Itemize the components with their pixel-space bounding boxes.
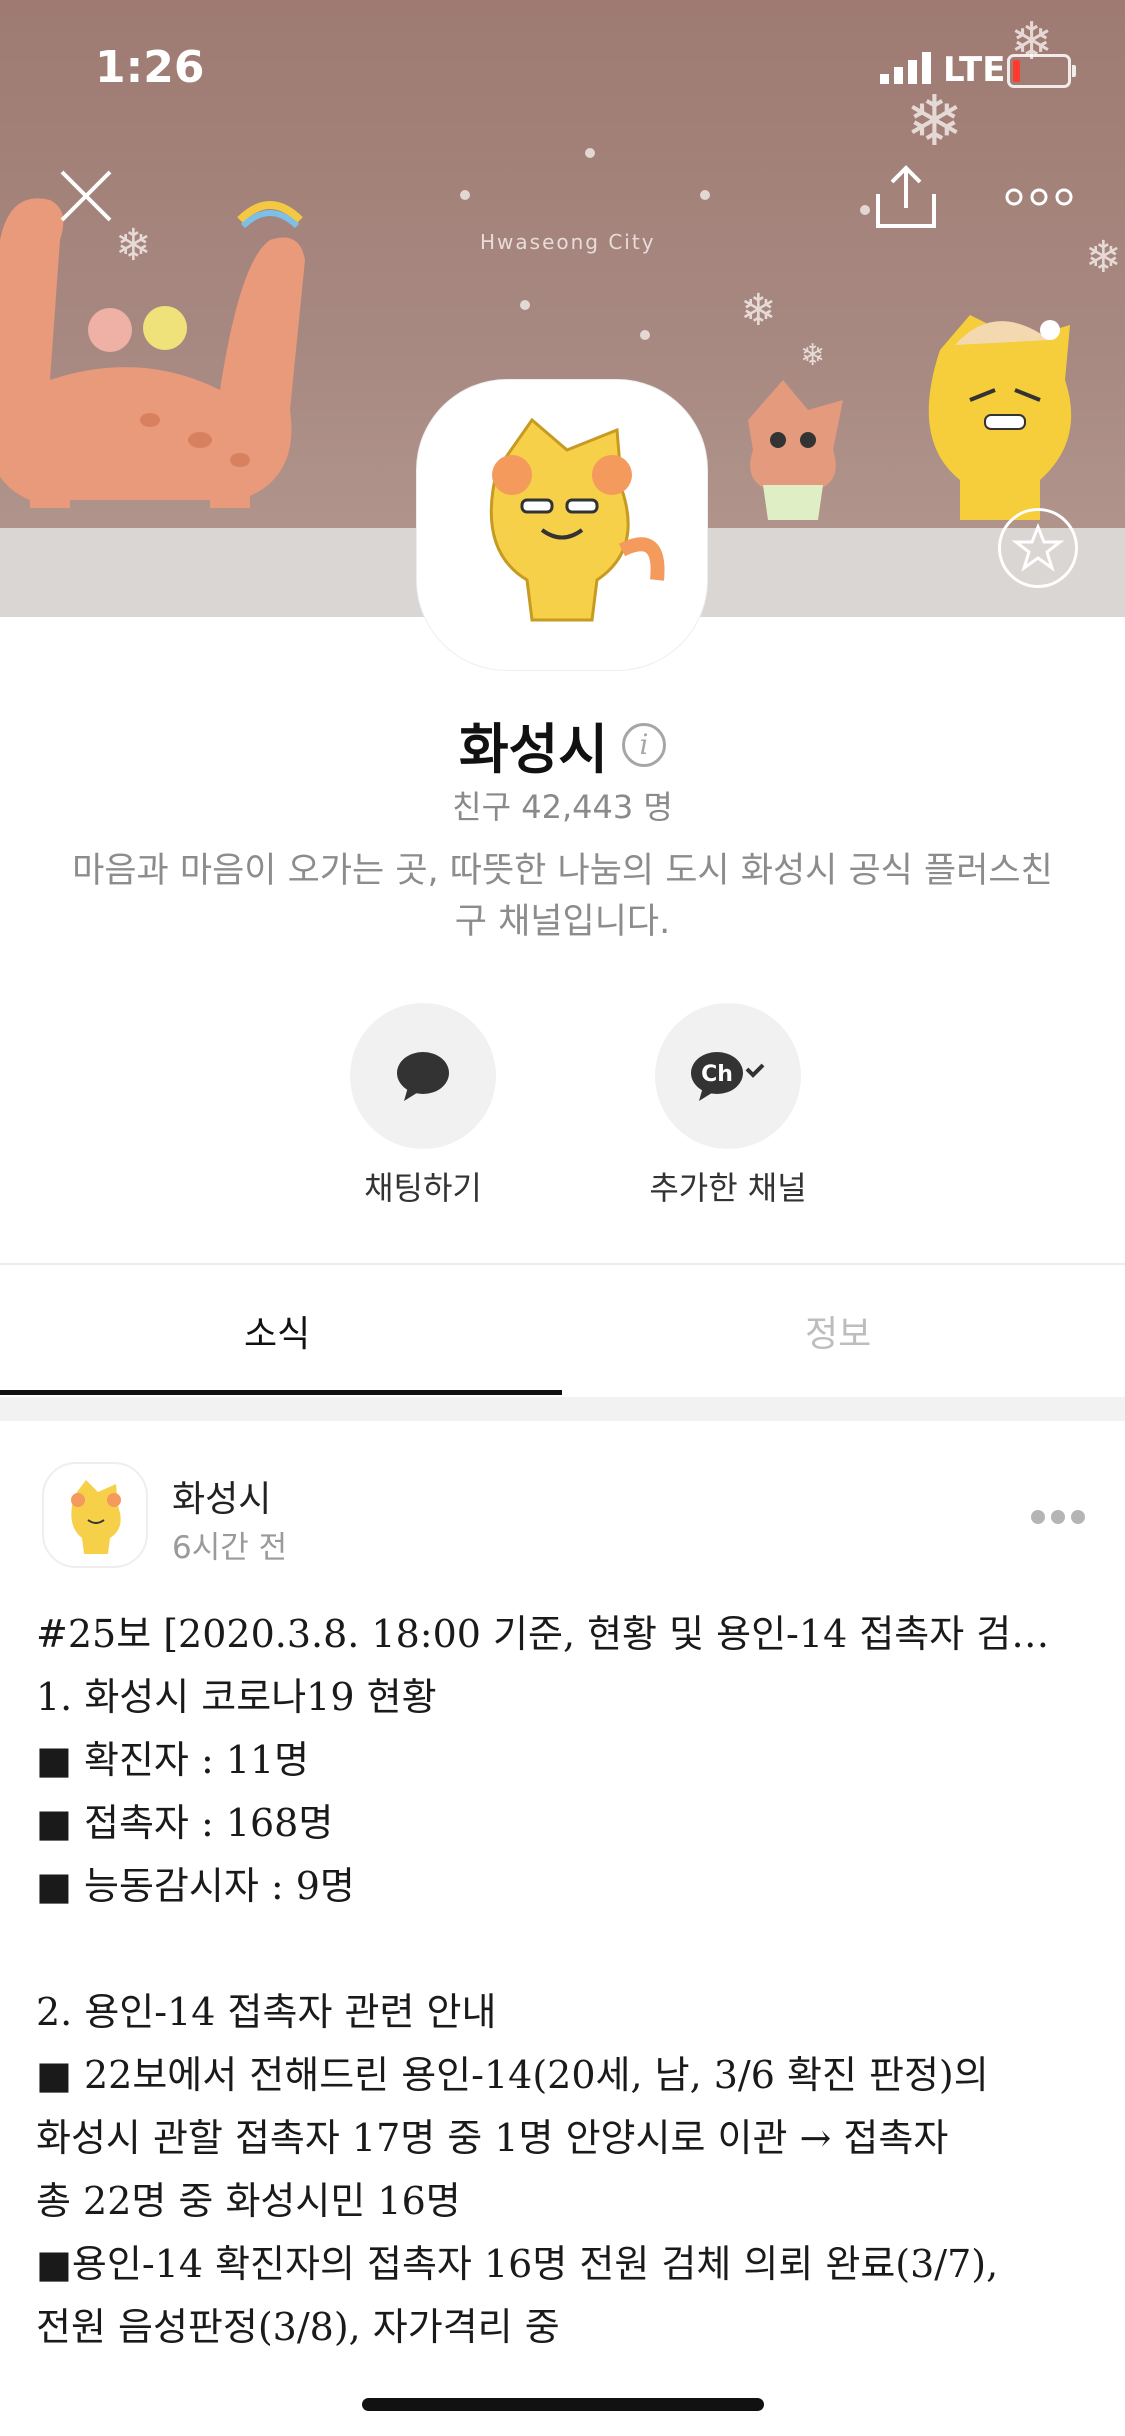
star-icon [1011,522,1065,572]
info-icon[interactable]: i [622,722,667,767]
chat-button-circle[interactable] [350,1003,496,1149]
mascot-avatar [489,417,665,622]
chat-button[interactable]: 채팅하기 [350,1003,496,1207]
channel-name-row: 화성시 i [0,705,1125,784]
post-more-icon[interactable] [1030,1508,1086,1526]
dinosaur-illustration [0,198,305,508]
post-content[interactable]: #25보 [2020.3.8. 18:00 기준, 현황 및 용인-14 접촉자… [36,1603,1096,2359]
status-time: 1:26 [95,42,205,93]
snow-dot [585,148,595,158]
snow-dot [860,205,870,215]
chat-button-label: 채팅하기 [364,1169,482,1207]
more-icon[interactable] [1004,186,1074,208]
battery-icon [1007,54,1076,88]
channel-description: 마음과 마음이 오가는 곳, 따뜻한 나눔의 도시 화성시 공식 플러스친구 채… [72,851,1053,942]
friend-count: 친구 42,443 명 [452,788,673,826]
tabs-divider [0,1263,1125,1265]
snow-dot [520,300,530,310]
channel-name: 화성시 [458,718,609,781]
active-tab-indicator [0,1390,562,1395]
post-timestamp: 6시간 전 [172,1530,288,1566]
channel-profile-image[interactable] [417,380,707,670]
close-icon[interactable] [58,168,114,224]
added-channel-label: 추가한 채널 [649,1169,807,1207]
snow-dot [460,190,470,200]
mascot-illustration [928,315,1072,520]
mascot-illustration [748,380,843,520]
mascot-avatar [71,1480,121,1554]
section-separator [0,1397,1125,1421]
channel-added-icon: Ch [691,1052,765,1101]
post-body-text: 1. 화성시 코로나19 현황 ■ 확진자 : 11명 ■ 접촉자 : 168명… [36,1675,999,2349]
network-type: LTE [943,50,1006,90]
snow-dot [700,190,710,200]
snowflake-icon: ❄ [740,285,777,336]
favorite-button[interactable] [998,508,1078,588]
snow-dot [640,330,650,340]
post-author-avatar[interactable] [42,1462,148,1568]
tab-news[interactable]: 소식 [244,1305,310,1357]
home-indicator[interactable] [362,2398,764,2411]
channel-icon-text: Ch [701,1062,733,1087]
signal-strength-icon [880,52,931,84]
snowflake-icon: ❄ [800,338,826,373]
snowflake-icon: ❄ [1085,232,1122,283]
tab-info[interactable]: 정보 [805,1305,871,1357]
chat-bubble-icon [397,1052,449,1101]
share-icon[interactable] [874,164,938,230]
status-bar: 1:26 LTE [0,0,1125,130]
added-channel-button-circle[interactable]: Ch [655,1003,801,1149]
post-author-name: 화성시 [172,1479,272,1520]
added-channel-button[interactable]: Ch 추가한 채널 [649,1003,807,1207]
post-title: #25보 [2020.3.8. 18:00 기준, 현황 및 용인-14 접촉자… [36,1612,1050,1656]
city-caption: Hwaseong City [480,230,656,254]
